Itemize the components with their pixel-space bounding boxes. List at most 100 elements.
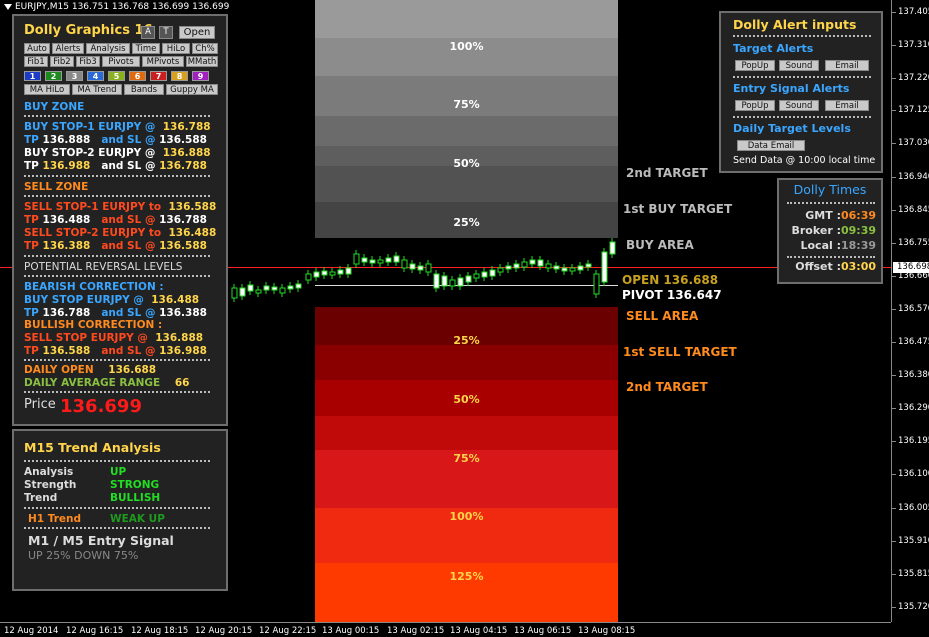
time-tick-label: 12 Aug 18:15	[131, 626, 189, 636]
btn-fib1[interactable]: Fib1	[24, 56, 48, 67]
btn-ma-trend[interactable]: MA Trend	[72, 84, 122, 95]
candle-body	[345, 267, 352, 275]
target-email-button[interactable]: Email	[825, 60, 869, 71]
candle-body	[279, 287, 286, 294]
price-tick-label: 136.570	[891, 304, 929, 314]
chart-menu-icon[interactable]	[4, 3, 12, 10]
candle-body	[513, 263, 520, 269]
pivot-label: PIVOT 136.647	[622, 288, 722, 302]
candle-body	[369, 259, 376, 264]
btn-mmath[interactable]: MMath	[186, 56, 218, 67]
candle-body	[409, 263, 416, 270]
btn-guppy-ma[interactable]: Guppy MA	[166, 84, 218, 95]
btn-open[interactable]: Open	[179, 26, 215, 39]
sell-stop1-tp-line: TP 136.488 and SL @ 136.788	[24, 214, 207, 226]
candle-body	[321, 270, 328, 276]
candle-body	[441, 275, 448, 287]
bullish-line: SELL STOP EURJPY @ 136.888	[24, 332, 204, 344]
gmt-value: 06:39	[841, 209, 877, 222]
target-sound-button[interactable]: Sound	[779, 60, 819, 71]
time-axis[interactable]: 12 Aug 2014 12 Aug 16:15 12 Aug 18:15 12 Au…	[0, 622, 891, 637]
times-panel-title: Dolly Times	[793, 182, 867, 197]
color-swatch-5[interactable]: 5	[108, 71, 125, 81]
candle-body	[377, 259, 384, 264]
buy-2nd-target-label: 2nd TARGET	[626, 166, 708, 180]
entry-email-button[interactable]: Email	[825, 100, 869, 111]
trend-analysis-value: UP	[110, 466, 127, 478]
price-tick-label: 136.755	[891, 238, 929, 248]
color-swatch-7[interactable]: 7	[150, 71, 167, 81]
divider	[24, 175, 210, 177]
btn-ch-pct[interactable]: Ch%	[192, 43, 218, 54]
color-swatch-6[interactable]: 6	[129, 71, 146, 81]
candle-body	[561, 267, 568, 272]
color-swatch-9[interactable]: 9	[192, 71, 209, 81]
divider	[787, 256, 875, 258]
btn-analysis[interactable]: Analysis	[86, 43, 130, 54]
price-tick-label: 137.030	[891, 138, 929, 148]
sell-zone-label-75: 75%	[453, 452, 480, 465]
current-price-label: 136.698	[893, 262, 929, 273]
chart-title: EURJPY,M15 136.751 136.768 136.699 136.6…	[4, 2, 229, 12]
candle-body	[609, 241, 616, 255]
btn-mpivots[interactable]: MPivots	[142, 56, 184, 67]
target-popup-button[interactable]: PopUp	[735, 60, 775, 71]
btn-time[interactable]: Time	[132, 43, 160, 54]
graphics-panel-title: Dolly Graphics 16	[24, 23, 153, 38]
color-swatch-2[interactable]: 2	[45, 71, 62, 81]
time-tick-label: 12 Aug 2014	[4, 626, 59, 636]
color-swatch-3[interactable]: 3	[66, 71, 83, 81]
buy-stop1-line: BUY STOP-1 EURJPY @ 136.788	[24, 121, 211, 133]
send-data-text: Send Data @ 10:00 local time	[733, 155, 876, 166]
btn-fib2[interactable]: Fib2	[50, 56, 74, 67]
btn-hilo[interactable]: HiLo	[162, 43, 190, 54]
buy-zone-label-100: 100%	[449, 40, 484, 53]
price-tick-label: 136.845	[891, 205, 929, 215]
candle-body	[473, 273, 480, 279]
color-swatch-4[interactable]: 4	[87, 71, 104, 81]
buy-zone-100	[315, 0, 618, 38]
divider	[733, 116, 871, 118]
buy-zone-title: BUY ZONE	[24, 101, 85, 113]
buy-zone-75b	[315, 116, 618, 146]
btn-a[interactable]: A	[141, 26, 155, 39]
candle-body	[271, 286, 278, 291]
btn-alerts[interactable]: Alerts	[52, 43, 84, 54]
candle-body	[593, 273, 600, 295]
candle-body	[385, 257, 392, 263]
dolly-times-panel: Dolly Times GMT : 06:39 Broker : 09:39 L…	[777, 178, 883, 284]
candle-body	[353, 253, 360, 265]
btn-auto[interactable]: Auto	[24, 43, 50, 54]
btn-pivots[interactable]: Pivots	[102, 56, 140, 67]
btn-bands[interactable]: Bands	[124, 84, 164, 95]
trend-analysis-panel: M15 Trend Analysis Analysis UP Strength …	[12, 429, 228, 591]
bearish-title: BEARISH CORRECTION :	[24, 281, 164, 293]
entry-sound-button[interactable]: Sound	[779, 100, 819, 111]
candle-body	[489, 269, 496, 277]
price-tick-label: 136.290	[891, 403, 929, 413]
price-tick-label: 136.100	[891, 469, 929, 479]
data-email-button[interactable]: Data Email	[737, 140, 805, 151]
candle-body	[361, 257, 368, 263]
color-swatch-1[interactable]: 1	[24, 71, 41, 81]
color-swatch-8[interactable]: 8	[171, 71, 188, 81]
sell-stop1-line: SELL STOP-1 EURJPY to 136.588	[24, 201, 217, 213]
bearish-line: BUY STOP EURJPY @ 136.488	[24, 294, 200, 306]
candle-body	[569, 267, 576, 272]
sell-zone-label-25: 25%	[453, 334, 480, 347]
price-value: 136.699	[60, 396, 142, 417]
btn-ma-hilo[interactable]: MA HiLo	[24, 84, 70, 95]
time-tick-label: 12 Aug 16:15	[66, 626, 124, 636]
candle-body	[287, 285, 294, 290]
candle-body	[537, 259, 544, 267]
price-tick-label: 135.910	[891, 536, 929, 546]
entry-popup-button[interactable]: PopUp	[735, 100, 775, 111]
price-axis[interactable]: 137.405 137.310 137.220 137.125 137.030 136.9…	[891, 0, 929, 622]
reversal-title: POTENTIAL REVERSAL LEVELS	[24, 261, 183, 273]
bearish-tp-line: TP 136.788 and SL @ 136.388	[24, 307, 207, 319]
btn-t[interactable]: T	[159, 26, 173, 39]
btn-fib3[interactable]: Fib3	[76, 56, 100, 67]
candle-body	[295, 283, 302, 289]
trend-strength-label: Strength	[24, 479, 77, 491]
trend-strength-value: STRONG	[110, 479, 160, 491]
